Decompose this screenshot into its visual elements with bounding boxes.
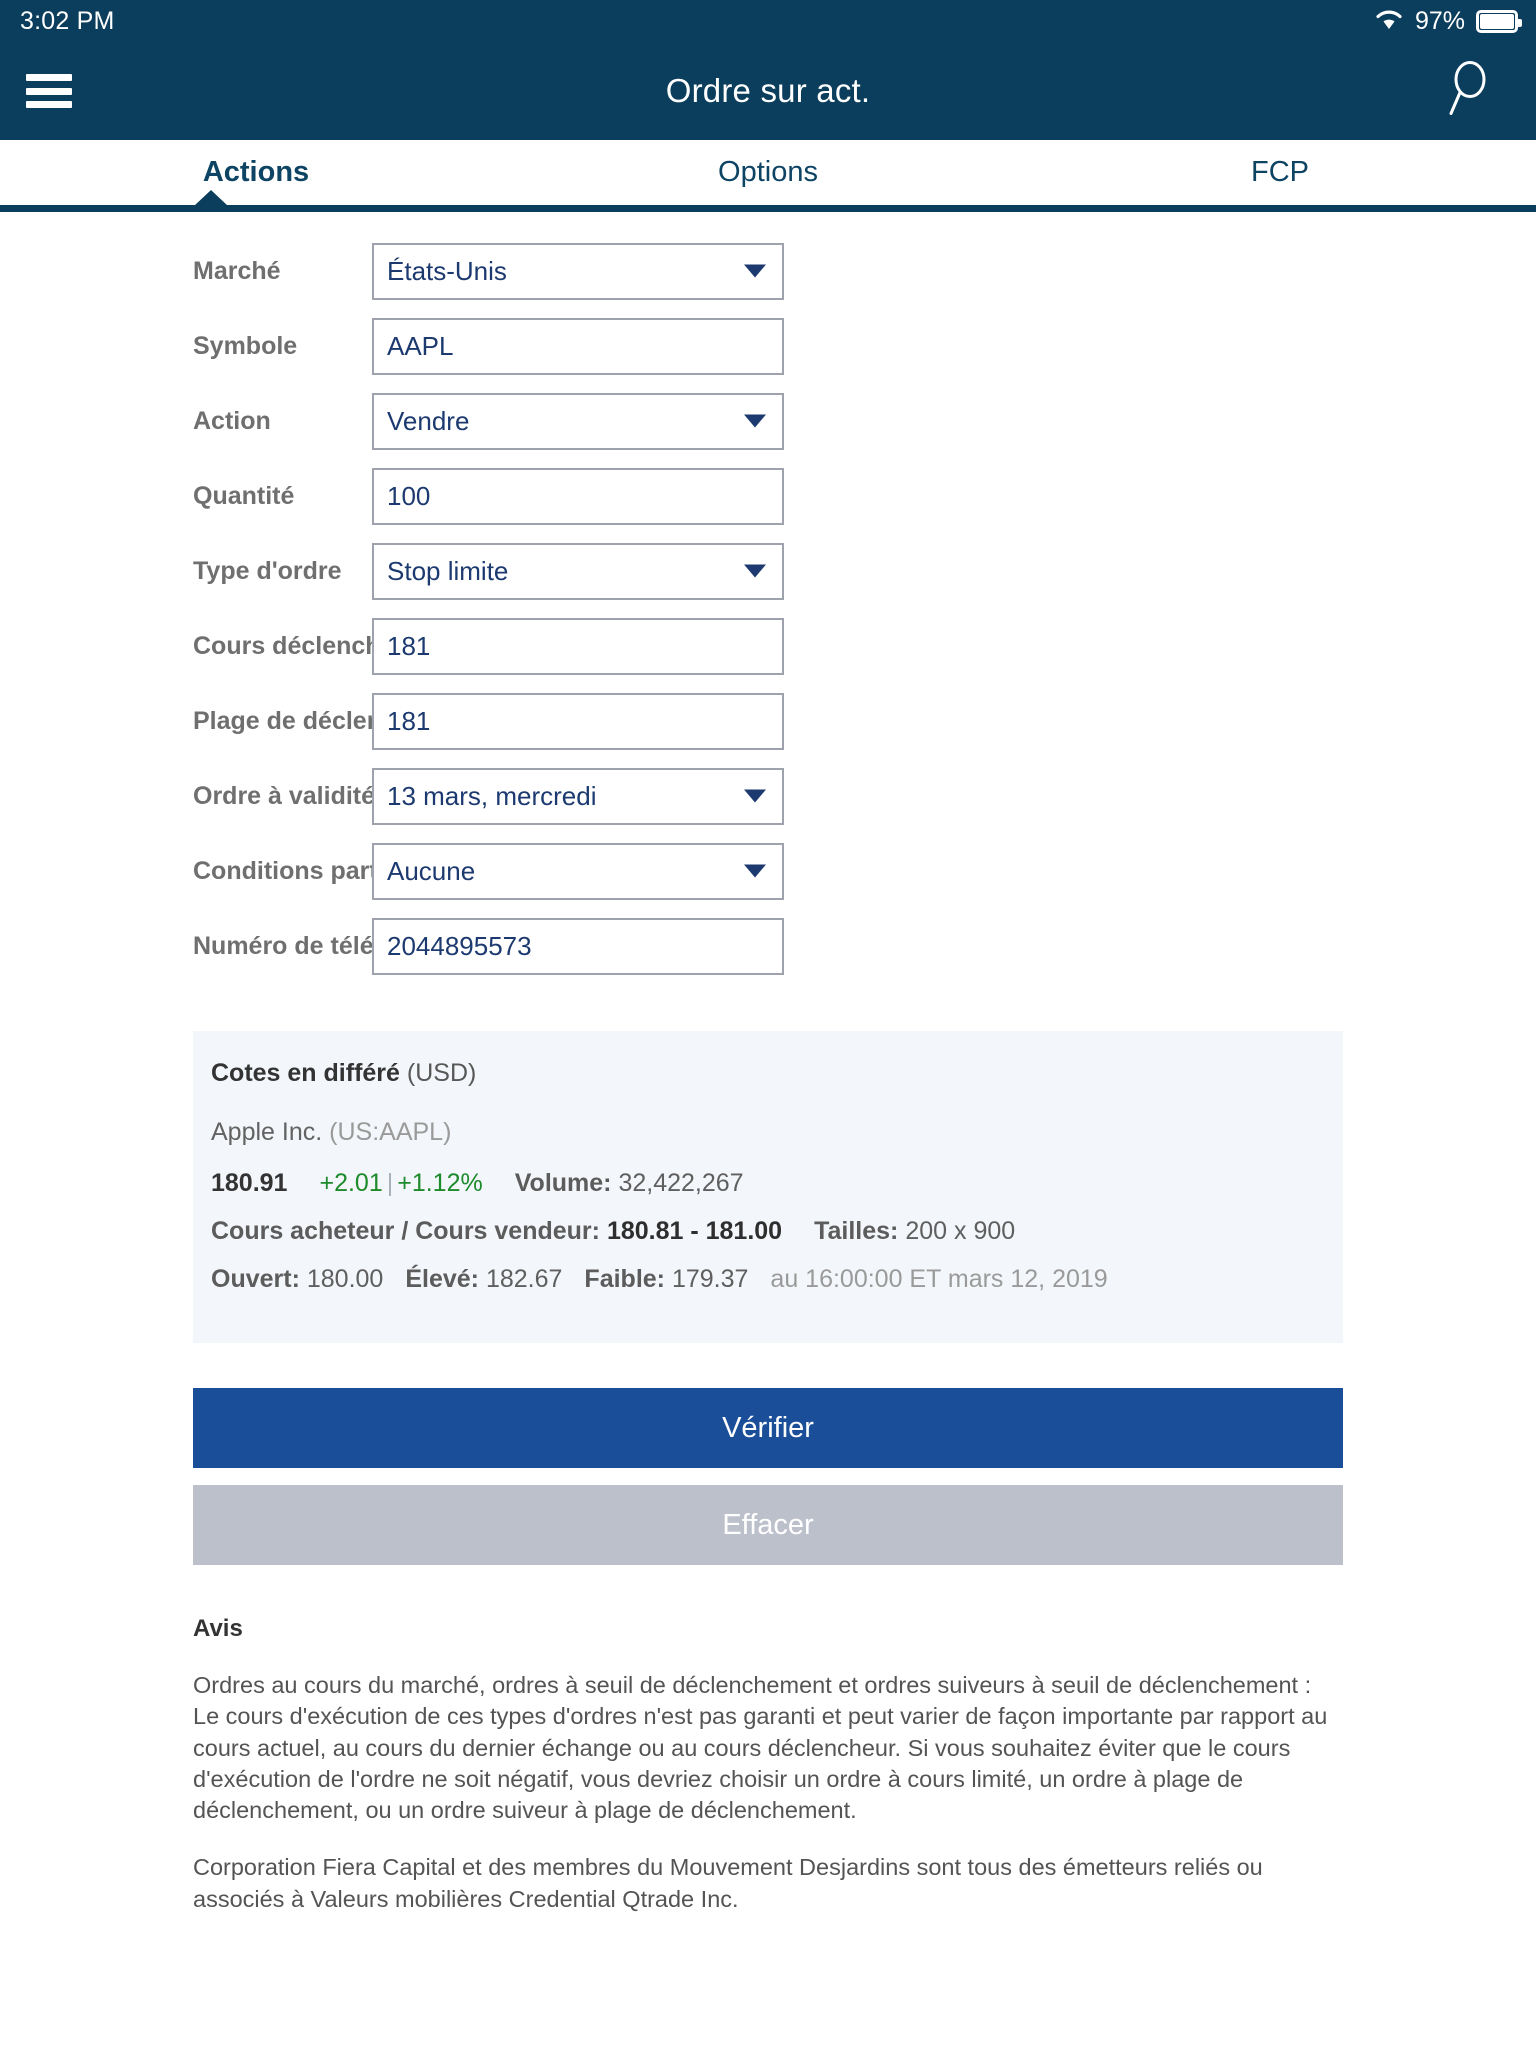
quote-high-value: 182.67 [485,1265,563,1293]
value-marche: États-Unis [387,256,507,286]
label-plage-declenchement: Plage de déclenchement [193,706,485,735]
input-symbole[interactable]: AAPL [372,317,784,375]
select-action[interactable]: Vendre [372,392,784,450]
value-quantite: 100 [387,481,431,511]
quote-open-label: Ouvert: [211,1265,300,1293]
label-numero-telephone: Numéro de téléphone [193,931,449,960]
order-entry-form: Marché États-Unis Symbole AAPL Action Ve… [0,212,1536,979]
quote-high-label: Élevé: [405,1265,479,1293]
form-row-marche: Marché États-Unis [0,238,1536,304]
quote-change: +2.01 [319,1169,383,1197]
select-validite-limitee[interactable]: 13 mars, mercredi [372,767,784,825]
tab-active-indicator-arrow [194,190,228,206]
value-cours-declencheur: 181 [387,631,431,661]
tab-actions[interactable]: Actions [0,158,512,187]
status-bar: 3:02 PM 97% [0,0,1536,42]
verify-button[interactable]: Vérifier [193,1388,1343,1468]
page-title: Ordre sur act. [665,72,871,109]
quote-sizes-value: 200 x 900 [905,1217,1016,1245]
value-type-ordre: Stop limite [387,556,509,586]
app-screen: 3:02 PM 97% Ordre sur act. Actions Optio… [0,0,1536,2048]
form-row-type-ordre: Type d'ordre Stop limite [0,538,1536,604]
label-action: Action [193,406,271,435]
status-bar-indicators: 97% [1374,6,1522,36]
delayed-quote-panel: Cotes en différé (USD) Apple Inc. (US:AA… [193,1031,1343,1343]
chevron-down-icon [744,564,766,578]
form-row-cours-declencheur: Cours déclencheur 181 [0,613,1536,679]
quote-low-value: 179.37 [671,1265,749,1293]
wifi-icon [1374,7,1404,35]
quote-volume-label: Volume: [514,1169,612,1197]
quote-bidask-value: 180.81 - 181.00 [606,1217,783,1245]
quote-company-row: Apple Inc. (US:AAPL) [211,1118,1323,1147]
quote-sizes-label: Tailles: [814,1217,899,1245]
quote-company-name: Apple Inc. [211,1118,323,1146]
select-marche[interactable]: États-Unis [372,242,784,300]
input-numero-telephone[interactable]: 2044895573 [372,917,784,975]
quote-as-of-timestamp: au 16:00:00 ET mars 12, 2019 [770,1265,1108,1293]
form-row-conditions-particulieres: Conditions particulières Aucune [0,838,1536,904]
quote-ticker: (US:AAPL) [329,1118,452,1146]
quote-change-separator: | [386,1169,394,1197]
form-row-validite-limitee: Ordre à validité limitée 13 mars, mercre… [0,763,1536,829]
chevron-down-icon [744,789,766,803]
form-row-quantite: Quantité 100 [0,463,1536,529]
label-conditions-particulieres: Conditions particulières [193,856,480,885]
quote-heading-label: Cotes en différé [211,1059,400,1087]
search-icon[interactable] [1446,59,1492,124]
quote-currency: (USD) [406,1059,477,1087]
quote-ohl-row: Ouvert: 180.00 Élevé: 182.67 Faible: 179.3… [211,1265,1323,1294]
clear-button[interactable]: Effacer [193,1485,1343,1565]
value-numero-telephone: 2044895573 [387,931,532,961]
label-validite-limitee: Ordre à validité limitée [193,781,462,810]
notice-title: Avis [193,1615,243,1642]
quote-last-price: 180.91 [211,1169,288,1197]
quote-price-row: 180.91 +2.01 | +1.12% Volume: 32,422,267 [211,1169,1323,1198]
chevron-down-icon [744,864,766,878]
tab-active-underline [0,190,1536,212]
input-plage-declenchement[interactable]: 181 [372,692,784,750]
select-conditions-particulieres[interactable]: Aucune [372,842,784,900]
input-quantite[interactable]: 100 [372,467,784,525]
quote-volume-value: 32,422,267 [618,1169,744,1197]
value-symbole: AAPL [387,331,454,361]
input-cours-declencheur[interactable]: 181 [372,617,784,675]
quote-heading: Cotes en différé (USD) [211,1059,1323,1088]
notice-paragraph-1: Ordres au cours du marché, ordres à seui… [193,1672,1328,1823]
status-bar-time: 3:02 PM [20,6,115,35]
battery-percentage: 97% [1414,6,1465,35]
value-validite-limitee: 13 mars, mercredi [387,781,597,811]
form-row-action: Action Vendre [0,388,1536,454]
value-plage-declenchement: 181 [387,706,431,736]
quote-change-percent: +1.12% [397,1169,483,1197]
chevron-down-icon [744,414,766,428]
value-action: Vendre [387,406,470,436]
value-conditions-particulieres: Aucune [387,856,476,886]
chevron-down-icon [744,264,766,278]
quote-open-value: 180.00 [306,1265,384,1293]
quote-bidask-label: Cours acheteur / Cours vendeur: [211,1217,600,1245]
form-row-numero-telephone: Numéro de téléphone 2044895573 [0,913,1536,979]
label-cours-declencheur: Cours déclencheur [193,631,420,660]
form-row-symbole: Symbole AAPL [0,313,1536,379]
label-quantite: Quantité [193,481,295,510]
hamburger-menu-icon[interactable] [26,74,72,108]
select-type-ordre[interactable]: Stop limite [372,542,784,600]
tab-options[interactable]: Options [512,158,1024,187]
label-type-ordre: Type d'ordre [193,556,342,585]
label-symbole: Symbole [193,331,298,360]
battery-icon [1476,9,1522,33]
form-row-plage-declenchement: Plage de déclenchement 181 [0,688,1536,754]
quote-low-label: Faible: [584,1265,665,1293]
tab-bar: Actions Options FCP [0,140,1536,205]
notice-paragraph-2: Corporation Fiera Capital et des membres… [193,1854,1263,1912]
tab-fcp[interactable]: FCP [1024,158,1536,187]
quote-bidask-row: Cours acheteur / Cours vendeur: 180.81 -… [211,1217,1323,1246]
navigation-bar: Ordre sur act. [0,42,1536,140]
notice-section: Avis Ordres au cours du marché, ordres à… [193,1615,1343,1915]
label-marche: Marché [193,256,281,285]
